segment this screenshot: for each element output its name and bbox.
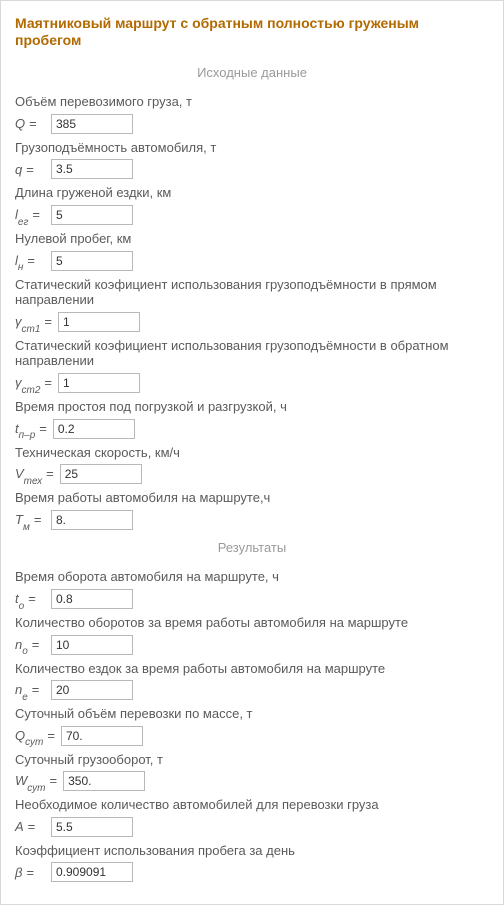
row-leg: lег=	[15, 205, 489, 225]
input-gamma2[interactable]	[58, 373, 140, 393]
label-leg: Длина груженой ездки, км	[15, 185, 489, 201]
var-ln: lн=	[15, 253, 51, 269]
row-tpr: tп–р=	[15, 419, 489, 439]
input-gamma1[interactable]	[58, 312, 140, 332]
label-gamma2: Статический коэфициент использования гру…	[15, 338, 489, 369]
document-root: Маятниковый маршрут с обратным полностью…	[0, 0, 504, 905]
label-tm: Время работы автомобиля на маршруте,ч	[15, 490, 489, 506]
label-no: Количество оборотов за время работы авто…	[15, 615, 489, 631]
var-gamma2: γст2=	[15, 375, 58, 391]
output-to[interactable]	[51, 589, 133, 609]
input-q[interactable]	[51, 159, 133, 179]
label-vtex: Техническая скорость, км/ч	[15, 445, 489, 461]
input-leg[interactable]	[51, 205, 133, 225]
label-ne: Количество ездок за время работы автомоб…	[15, 661, 489, 677]
label-to: Время оборота автомобиля на маршруте, ч	[15, 569, 489, 585]
var-tpr: tп–р=	[15, 421, 53, 437]
row-vtex: Vтех=	[15, 464, 489, 484]
row-gamma1: γст1=	[15, 312, 489, 332]
row-ne: nе=	[15, 680, 489, 700]
output-ne[interactable]	[51, 680, 133, 700]
row-to: tо=	[15, 589, 489, 609]
row-Q: Q=	[15, 114, 489, 134]
var-leg: lег=	[15, 207, 51, 223]
label-beta: Коэффициент использования пробега за ден…	[15, 843, 489, 859]
input-vtex[interactable]	[60, 464, 142, 484]
row-tm: Tм=	[15, 510, 489, 530]
label-wsut: Суточный грузооборот, т	[15, 752, 489, 768]
output-no[interactable]	[51, 635, 133, 655]
var-no: nо=	[15, 637, 51, 653]
label-gamma1: Статический коэфициент использования гру…	[15, 277, 489, 308]
output-beta[interactable]	[51, 862, 133, 882]
label-A: Необходимое количество автомобилей для п…	[15, 797, 489, 813]
var-A: A=	[15, 819, 51, 835]
input-tpr[interactable]	[53, 419, 135, 439]
row-qsut: Qсут=	[15, 726, 489, 746]
section-output-heading: Результаты	[15, 540, 489, 556]
var-ne: nе=	[15, 682, 51, 698]
label-tpr: Время простоя под погрузкой и разгрузкой…	[15, 399, 489, 415]
input-tm[interactable]	[51, 510, 133, 530]
input-ln[interactable]	[51, 251, 133, 271]
var-tm: Tм=	[15, 512, 51, 528]
doc-title: Маятниковый маршрут с обратным полностью…	[15, 15, 489, 49]
var-q: q=	[15, 162, 51, 178]
row-no: nо=	[15, 635, 489, 655]
var-gamma1: γст1=	[15, 314, 58, 330]
var-vtex: Vтех=	[15, 466, 60, 482]
row-wsut: Wсут=	[15, 771, 489, 791]
output-wsut[interactable]	[63, 771, 145, 791]
section-input-heading: Исходные данные	[15, 65, 489, 81]
label-Q: Объём перевозимого груза, т	[15, 94, 489, 110]
var-to: tо=	[15, 591, 51, 607]
var-wsut: Wсут=	[15, 773, 63, 789]
output-qsut[interactable]	[61, 726, 143, 746]
var-Q: Q=	[15, 116, 51, 132]
row-ln: lн=	[15, 251, 489, 271]
var-beta: β=	[15, 865, 51, 881]
label-ln: Нулевой пробег, км	[15, 231, 489, 247]
row-q: q=	[15, 159, 489, 179]
input-Q[interactable]	[51, 114, 133, 134]
var-qsut: Qсут=	[15, 728, 61, 744]
row-gamma2: γст2=	[15, 373, 489, 393]
row-beta: β=	[15, 862, 489, 882]
label-qsut: Суточный объём перевозки по массе, т	[15, 706, 489, 722]
label-q: Грузоподъёмность автомобиля, т	[15, 140, 489, 156]
